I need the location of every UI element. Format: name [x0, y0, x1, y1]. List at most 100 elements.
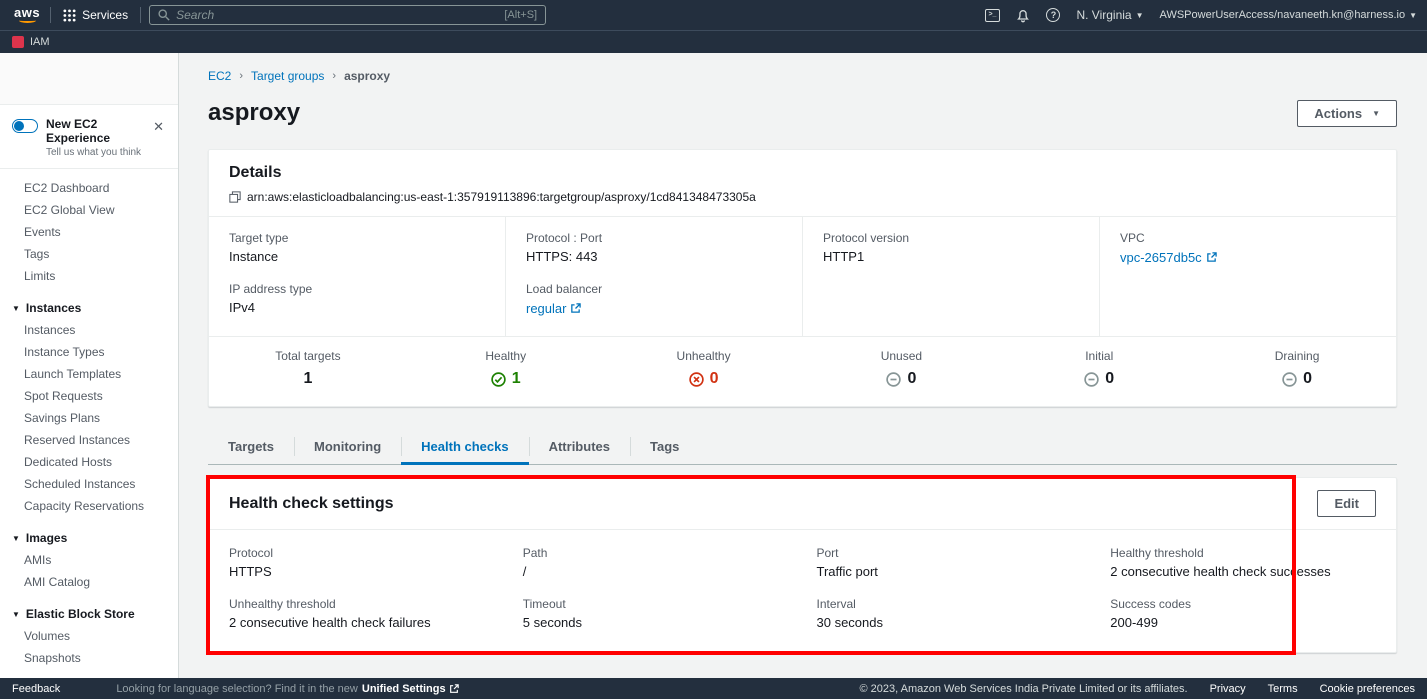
help-button[interactable]: ?: [1046, 8, 1060, 22]
tab-monitoring[interactable]: Monitoring: [294, 429, 401, 464]
cloudshell-button[interactable]: >_: [985, 9, 1000, 22]
stat-initial: Initial 0: [1000, 349, 1198, 388]
search-input[interactable]: [176, 8, 498, 22]
section-label: Instances: [26, 301, 81, 315]
sidebar-item-capacity-reservations[interactable]: Capacity Reservations: [0, 495, 178, 517]
tab-tags[interactable]: Tags: [630, 429, 699, 464]
breadcrumb-target-groups[interactable]: Target groups: [251, 69, 324, 83]
sidebar-item-reserved-instances[interactable]: Reserved Instances: [0, 429, 178, 451]
sidebar-section-instances[interactable]: ▼ Instances: [0, 297, 178, 319]
stat-value: 0: [907, 370, 916, 388]
sidebar-item-amis[interactable]: AMIs: [0, 549, 178, 571]
aws-logo[interactable]: aws: [14, 7, 40, 23]
sidebar-item-ec2-dashboard[interactable]: EC2 Dashboard: [0, 177, 178, 199]
sidebar-item-events[interactable]: Events: [0, 221, 178, 243]
favorite-iam-link[interactable]: IAM: [30, 36, 50, 48]
stat-label: Unused: [802, 349, 1000, 363]
edit-button[interactable]: Edit: [1317, 490, 1376, 517]
field-label: Protocol : Port: [526, 231, 782, 245]
field-value: HTTP1: [823, 249, 1079, 264]
new-experience-subtitle: Tell us what you think: [46, 147, 141, 158]
minus-circle-icon: [886, 372, 901, 387]
sidebar-item-spot-requests[interactable]: Spot Requests: [0, 385, 178, 407]
target-group-arn: arn:aws:elasticloadbalancing:us-east-1:3…: [247, 190, 756, 204]
sidebar-item-instances[interactable]: Instances: [0, 319, 178, 341]
sidebar-item-instance-types[interactable]: Instance Types: [0, 341, 178, 363]
tab-attributes[interactable]: Attributes: [529, 429, 630, 464]
stat-value: 0: [1105, 370, 1114, 388]
field-value: 2 consecutive health check failures: [229, 615, 495, 630]
chevron-down-icon: ▼: [12, 304, 20, 313]
sidebar-item-snapshots[interactable]: Snapshots: [0, 647, 178, 669]
stat-label: Unhealthy: [605, 349, 803, 363]
privacy-link[interactable]: Privacy: [1210, 683, 1246, 695]
sidebar-item-limits[interactable]: Limits: [0, 265, 178, 287]
language-note: Looking for language selection? Find it …: [116, 683, 358, 695]
unified-settings-link[interactable]: Unified Settings: [362, 683, 459, 695]
field-label: Success codes: [1110, 597, 1376, 611]
cookie-preferences-link[interactable]: Cookie preferences: [1320, 683, 1415, 695]
terms-link[interactable]: Terms: [1268, 683, 1298, 695]
tab-health-checks[interactable]: Health checks: [401, 429, 528, 464]
breadcrumb-ec2[interactable]: EC2: [208, 69, 231, 83]
actions-button[interactable]: Actions ▼: [1297, 100, 1397, 127]
field-label: Interval: [817, 597, 1083, 611]
sidebar-section-images[interactable]: ▼ Images: [0, 527, 178, 549]
sidebar-item-savings-plans[interactable]: Savings Plans: [0, 407, 178, 429]
new-experience-title: New EC2 Experience: [46, 117, 141, 145]
global-search[interactable]: [Alt+S]: [149, 5, 546, 25]
notifications-button[interactable]: [1016, 8, 1030, 23]
top-navigation: aws Services [Alt+S] >_ ? N. Virginia ▼: [0, 0, 1427, 30]
stat-unused: Unused 0: [802, 349, 1000, 388]
stat-label: Total targets: [209, 349, 407, 363]
health-check-settings-card: Health check settings Edit Protocol HTTP…: [208, 477, 1397, 653]
breadcrumb-current: asproxy: [344, 69, 390, 83]
nav-divider: [140, 7, 141, 23]
sidebar-item-dedicated-hosts[interactable]: Dedicated Hosts: [0, 451, 178, 473]
services-menu[interactable]: Services: [51, 0, 140, 30]
stat-total-targets: Total targets 1: [209, 349, 407, 388]
field-value: Instance: [229, 249, 485, 264]
new-experience-toggle[interactable]: [12, 119, 38, 133]
vpc-link[interactable]: vpc-2657db5c: [1120, 250, 1217, 265]
field-label: Protocol version: [823, 231, 1079, 245]
link-text: vpc-2657db5c: [1120, 250, 1202, 265]
services-label: Services: [82, 8, 128, 22]
sidebar-item-ec2-global-view[interactable]: EC2 Global View: [0, 199, 178, 221]
main-content: EC2 › Target groups › asproxy asproxy Ac…: [179, 53, 1427, 678]
stat-label: Draining: [1198, 349, 1396, 363]
field-label: Healthy threshold: [1110, 546, 1376, 560]
account-menu[interactable]: AWSPowerUserAccess/navaneeth.kn@harness.…: [1160, 9, 1417, 21]
minus-circle-icon: [1084, 372, 1099, 387]
field-value: /: [523, 564, 789, 579]
sidebar-item-scheduled-instances[interactable]: Scheduled Instances: [0, 473, 178, 495]
sidebar-item-tags[interactable]: Tags: [0, 243, 178, 265]
iam-service-icon: [12, 36, 24, 48]
link-text: regular: [526, 301, 566, 316]
sidebar-item-volumes[interactable]: Volumes: [0, 625, 178, 647]
grid-icon: [63, 9, 76, 22]
field-value: HTTPS: [229, 564, 495, 579]
tab-targets[interactable]: Targets: [208, 429, 294, 464]
sidebar: New EC2 Experience Tell us what you thin…: [0, 53, 179, 678]
close-icon[interactable]: ✕: [149, 117, 168, 137]
feedback-link[interactable]: Feedback: [12, 683, 60, 695]
copy-icon[interactable]: [229, 191, 241, 203]
aws-logo-text: aws: [14, 7, 40, 18]
field-label: Protocol: [229, 546, 495, 560]
target-health-summary: Total targets 1 Healthy 1 Unhealthy: [209, 337, 1396, 406]
unified-settings-label: Unified Settings: [362, 683, 446, 695]
chevron-down-icon: ▼: [12, 610, 20, 619]
field-value: 5 seconds: [523, 615, 789, 630]
sidebar-section-elastic-block-store[interactable]: ▼ Elastic Block Store: [0, 603, 178, 625]
footer: Feedback Looking for language selection?…: [0, 678, 1427, 699]
sidebar-item-ami-catalog[interactable]: AMI Catalog: [0, 571, 178, 593]
account-label: AWSPowerUserAccess/navaneeth.kn@harness.…: [1160, 9, 1406, 21]
field-label: VPC: [1120, 231, 1376, 245]
sidebar-item-launch-templates[interactable]: Launch Templates: [0, 363, 178, 385]
load-balancer-link[interactable]: regular: [526, 301, 581, 316]
help-icon: ?: [1046, 8, 1060, 22]
stat-label: Healthy: [407, 349, 605, 363]
region-selector[interactable]: N. Virginia ▼: [1076, 8, 1143, 22]
minus-circle-icon: [1282, 372, 1297, 387]
